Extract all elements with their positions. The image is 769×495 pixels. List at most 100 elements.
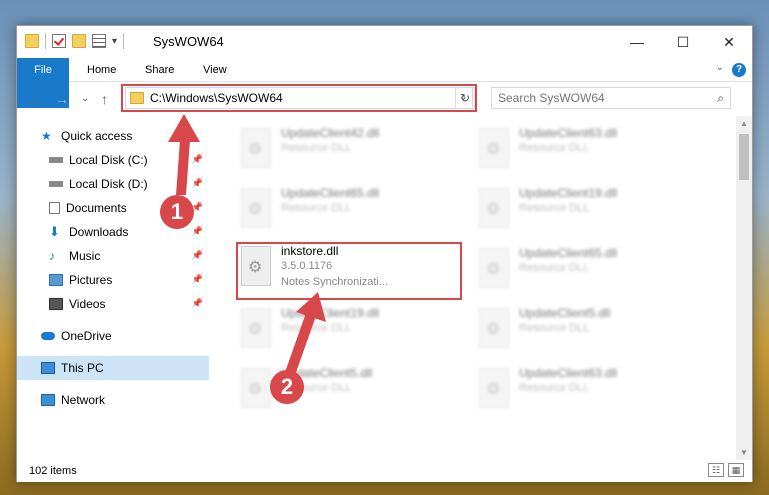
dll-file-icon — [241, 308, 271, 348]
properties-check-icon[interactable] — [52, 34, 66, 48]
pin-icon[interactable]: 📌 — [192, 274, 203, 285]
scroll-down-icon[interactable]: ▼ — [740, 448, 748, 457]
close-button[interactable]: ✕ — [706, 26, 752, 58]
dll-file-icon — [479, 248, 509, 288]
search-box[interactable]: ⌕ — [491, 87, 731, 109]
dll-file-icon — [479, 368, 509, 408]
sidebar-item-label: OneDrive — [61, 329, 112, 343]
sidebar-item-label: Network — [61, 393, 106, 407]
customize-icon[interactable] — [92, 34, 106, 48]
up-arrow-icon[interactable]: ↑ — [101, 91, 108, 107]
dll-file-icon — [479, 308, 509, 348]
file-description: Resource DLL — [519, 142, 590, 154]
file-item[interactable]: UpdateClient63.dll Resource DLL — [471, 124, 691, 174]
view-toggle: ☷ ▦ — [708, 463, 744, 477]
search-input[interactable] — [492, 91, 702, 105]
tab-home[interactable]: Home — [75, 58, 128, 82]
sidebar-item-music[interactable]: ♪ Music 📌 — [17, 244, 209, 268]
scrollbar-thumb[interactable] — [739, 134, 749, 180]
status-bar: 102 items ☷ ▦ — [17, 460, 752, 482]
sidebar-item-videos[interactable]: Videos 📌 — [17, 292, 209, 316]
file-item[interactable]: UpdateClient65.dll Resource DLL — [471, 244, 691, 294]
tab-share[interactable]: Share — [133, 58, 186, 82]
folder-icon — [25, 34, 39, 48]
new-folder-icon[interactable] — [72, 34, 86, 48]
minimize-button[interactable]: — — [614, 26, 660, 58]
window-title: SysWOW64 — [153, 34, 224, 49]
pc-icon — [41, 362, 55, 374]
recent-locations-icon[interactable]: ⌄ — [81, 93, 89, 104]
sidebar-item-label: Documents — [66, 201, 127, 215]
sidebar-item-label: Music — [69, 249, 101, 263]
pin-icon[interactable]: 📌 — [192, 178, 203, 189]
dll-file-icon — [241, 188, 271, 228]
sidebar-item-label: Videos — [69, 297, 106, 311]
explorer-window: ▾ SysWOW64 — ☐ ✕ File Home Share View ⌄ … — [16, 25, 753, 482]
file-name: UpdateClient63.dll — [519, 366, 618, 380]
sidebar-item-pictures[interactable]: Pictures 📌 — [17, 268, 209, 292]
vertical-scrollbar[interactable]: ▲ ▼ — [736, 116, 752, 460]
toolbar-separator — [45, 33, 46, 49]
file-description: Resource DLL — [519, 322, 590, 334]
expand-ribbon-icon[interactable]: ⌄ — [716, 62, 724, 73]
pictures-icon — [49, 274, 63, 286]
tab-view[interactable]: View — [191, 58, 239, 82]
dll-file-icon — [479, 188, 509, 228]
pin-icon[interactable]: 📌 — [192, 154, 203, 165]
file-description: Resource DLL — [281, 202, 352, 214]
item-count: 102 items — [29, 465, 77, 477]
pin-icon[interactable]: 📌 — [192, 226, 203, 237]
dll-file-icon — [241, 128, 271, 168]
sidebar-item-quick-access[interactable]: ★ Quick access — [17, 124, 209, 148]
forward-arrow-icon[interactable]: → — [55, 91, 69, 107]
sidebar-item-network[interactable]: Network — [17, 388, 209, 412]
sidebar-item-onedrive[interactable]: OneDrive — [17, 324, 209, 348]
pin-icon[interactable]: 📌 — [192, 298, 203, 309]
selected-file-highlight-box — [236, 242, 462, 300]
quick-access-toolbar: ▾ — [25, 33, 125, 49]
file-item[interactable]: UpdateClient42.dll Resource DLL — [233, 124, 453, 174]
file-name: UpdateClient42.dll — [281, 126, 380, 140]
file-description: Resource DLL — [519, 262, 590, 274]
qat-dropdown-icon[interactable]: ▾ — [112, 36, 117, 47]
details-view-icon[interactable]: ☷ — [708, 463, 724, 477]
file-item[interactable]: UpdateClient63.dll Resource DLL — [471, 364, 691, 414]
drive-icon — [49, 157, 63, 163]
file-item[interactable]: UpdateClient19.dll Resource DLL — [233, 304, 453, 354]
large-icons-view-icon[interactable]: ▦ — [728, 463, 744, 477]
music-icon: ♪ — [49, 249, 55, 263]
help-icon[interactable]: ? — [732, 63, 746, 77]
file-name: UpdateClient63.dll — [519, 126, 618, 140]
ribbon-tabs: File Home Share View ⌄ ? — [17, 58, 752, 108]
file-list: UpdateClient42.dll Resource DLL UpdateCl… — [209, 116, 737, 460]
file-description: Resource DLL — [281, 142, 352, 154]
file-name: UpdateClient5.dll — [519, 306, 611, 320]
file-item[interactable]: UpdateClient19.dll Resource DLL — [471, 184, 691, 234]
network-icon — [41, 394, 55, 406]
sidebar-item-label: Downloads — [69, 225, 129, 239]
file-description: Resource DLL — [519, 382, 590, 394]
file-description: Resource DLL — [281, 322, 352, 334]
file-name: UpdateClient65.dll — [281, 186, 380, 200]
search-icon[interactable]: ⌕ — [717, 91, 724, 106]
pin-icon[interactable]: 📌 — [192, 250, 203, 261]
sidebar-item-label: This PC — [61, 361, 104, 375]
sidebar-item-label: Local Disk (C:) — [69, 153, 148, 167]
sidebar-item-this-pc[interactable]: This PC — [17, 356, 209, 380]
sidebar-item-label: Pictures — [69, 273, 113, 287]
file-item[interactable]: UpdateClient65.dll Resource DLL — [233, 184, 453, 234]
sidebar-item-local-disk-d[interactable]: Local Disk (D:) 📌 — [17, 172, 209, 196]
maximize-button[interactable]: ☐ — [660, 26, 706, 58]
file-item[interactable]: UpdateClient5.dll Resource DLL — [233, 364, 453, 414]
scroll-up-icon[interactable]: ▲ — [740, 119, 748, 128]
file-description: Resource DLL — [519, 202, 590, 214]
back-arrow-icon[interactable]: ← — [27, 91, 41, 107]
sidebar-item-label: Quick access — [61, 129, 133, 143]
address-highlight-box — [121, 84, 477, 112]
sidebar-item-local-disk-c[interactable]: Local Disk (C:) 📌 — [17, 148, 209, 172]
file-item[interactable]: UpdateClient5.dll Resource DLL — [471, 304, 691, 354]
videos-icon — [49, 298, 63, 310]
dll-file-icon — [479, 128, 509, 168]
file-name: UpdateClient19.dll — [519, 186, 618, 200]
download-icon: ⬇ — [49, 224, 60, 239]
